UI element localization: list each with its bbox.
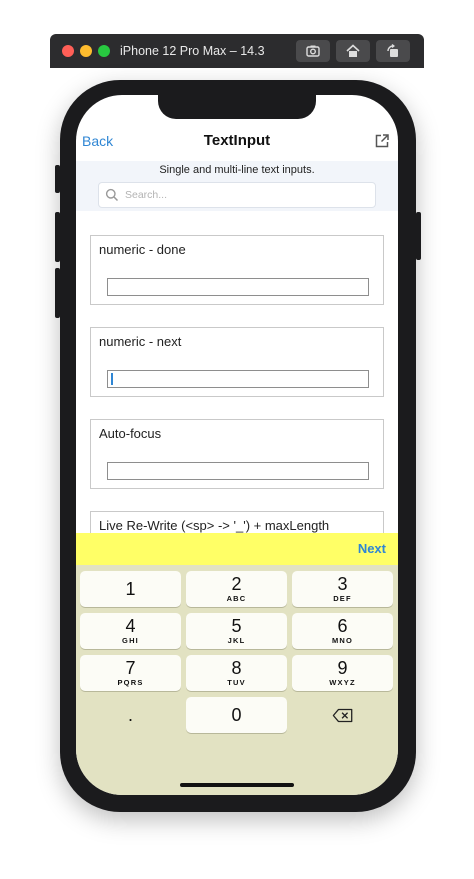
key-5[interactable]: 5 JKL xyxy=(186,613,287,649)
card-auto-focus: Auto-focus xyxy=(90,419,384,489)
card-label: numeric - done xyxy=(99,242,186,257)
card-label: Auto-focus xyxy=(99,426,162,441)
numeric-done-input[interactable] xyxy=(107,278,369,296)
silent-switch xyxy=(55,165,60,193)
next-button[interactable]: Next xyxy=(358,541,386,556)
rotate-icon xyxy=(387,44,398,57)
search-box[interactable] xyxy=(98,182,376,208)
rotate-button[interactable] xyxy=(376,40,410,62)
card-live-rewrite: Live Re-Write (<sp> -> '_') + maxLength xyxy=(90,511,384,533)
page-subtitle: Single and multi-line text inputs. xyxy=(159,164,315,176)
volume-down-button xyxy=(55,268,60,318)
home-icon xyxy=(346,44,360,57)
key-delete[interactable] xyxy=(292,697,393,733)
card-label: Live Re-Write (<sp> -> '_') + maxLength xyxy=(99,518,330,533)
navigation-bar: Back TextInput xyxy=(76,125,398,161)
auto-focus-input[interactable] xyxy=(107,462,369,480)
key-2[interactable]: 2 ABC xyxy=(186,571,287,607)
backspace-icon xyxy=(332,708,352,723)
key-0[interactable]: 0 xyxy=(186,697,287,733)
search-icon xyxy=(105,188,119,202)
key-6[interactable]: 6 MNO xyxy=(292,613,393,649)
home-button[interactable] xyxy=(336,40,370,62)
phone-screen: Back TextInput Single and multi-line tex… xyxy=(76,95,398,795)
key-decimal[interactable]: . xyxy=(80,697,181,733)
close-window-button[interactable] xyxy=(62,45,74,57)
external-link-icon[interactable] xyxy=(374,133,390,149)
screenshot-icon xyxy=(306,45,320,57)
text-input-list: numeric - done numeric - next Auto-focus… xyxy=(76,211,398,533)
volume-up-button xyxy=(55,212,60,262)
key-4[interactable]: 4 GHI xyxy=(80,613,181,649)
power-button xyxy=(416,212,421,260)
simulator-title: iPhone 12 Pro Max – 14.3 xyxy=(120,44,265,58)
notch xyxy=(158,95,316,119)
numeric-keypad: 1 2 ABC 3 DEF 4 GHI 5 JKL 6 MNO 7 PQRS 8 TUV 9W… xyxy=(76,565,398,795)
key-7[interactable]: 7 PQRS xyxy=(80,655,181,691)
key-8[interactable]: 8 TUV xyxy=(186,655,287,691)
card-label: numeric - next xyxy=(99,334,182,349)
keyboard-accessory-bar: Next xyxy=(76,533,398,565)
minimize-window-button[interactable] xyxy=(80,45,92,57)
key-9[interactable]: 9 WXYZ xyxy=(292,655,393,691)
zoom-window-button[interactable] xyxy=(98,45,110,57)
search-header: Single and multi-line text inputs. xyxy=(76,161,398,211)
card-numeric-next: numeric - next xyxy=(90,327,384,397)
simulator-title-bar: iPhone 12 Pro Max – 14.3 xyxy=(50,34,424,68)
key-3[interactable]: 3 DEF xyxy=(292,571,393,607)
text-caret xyxy=(111,373,113,385)
key-1[interactable]: 1 xyxy=(80,571,181,607)
home-indicator xyxy=(180,783,294,787)
numeric-next-input[interactable] xyxy=(107,370,369,388)
search-input[interactable] xyxy=(125,185,365,205)
screenshot-button[interactable] xyxy=(296,40,330,62)
card-numeric-done: numeric - done xyxy=(90,235,384,305)
page-title: TextInput xyxy=(203,132,271,149)
